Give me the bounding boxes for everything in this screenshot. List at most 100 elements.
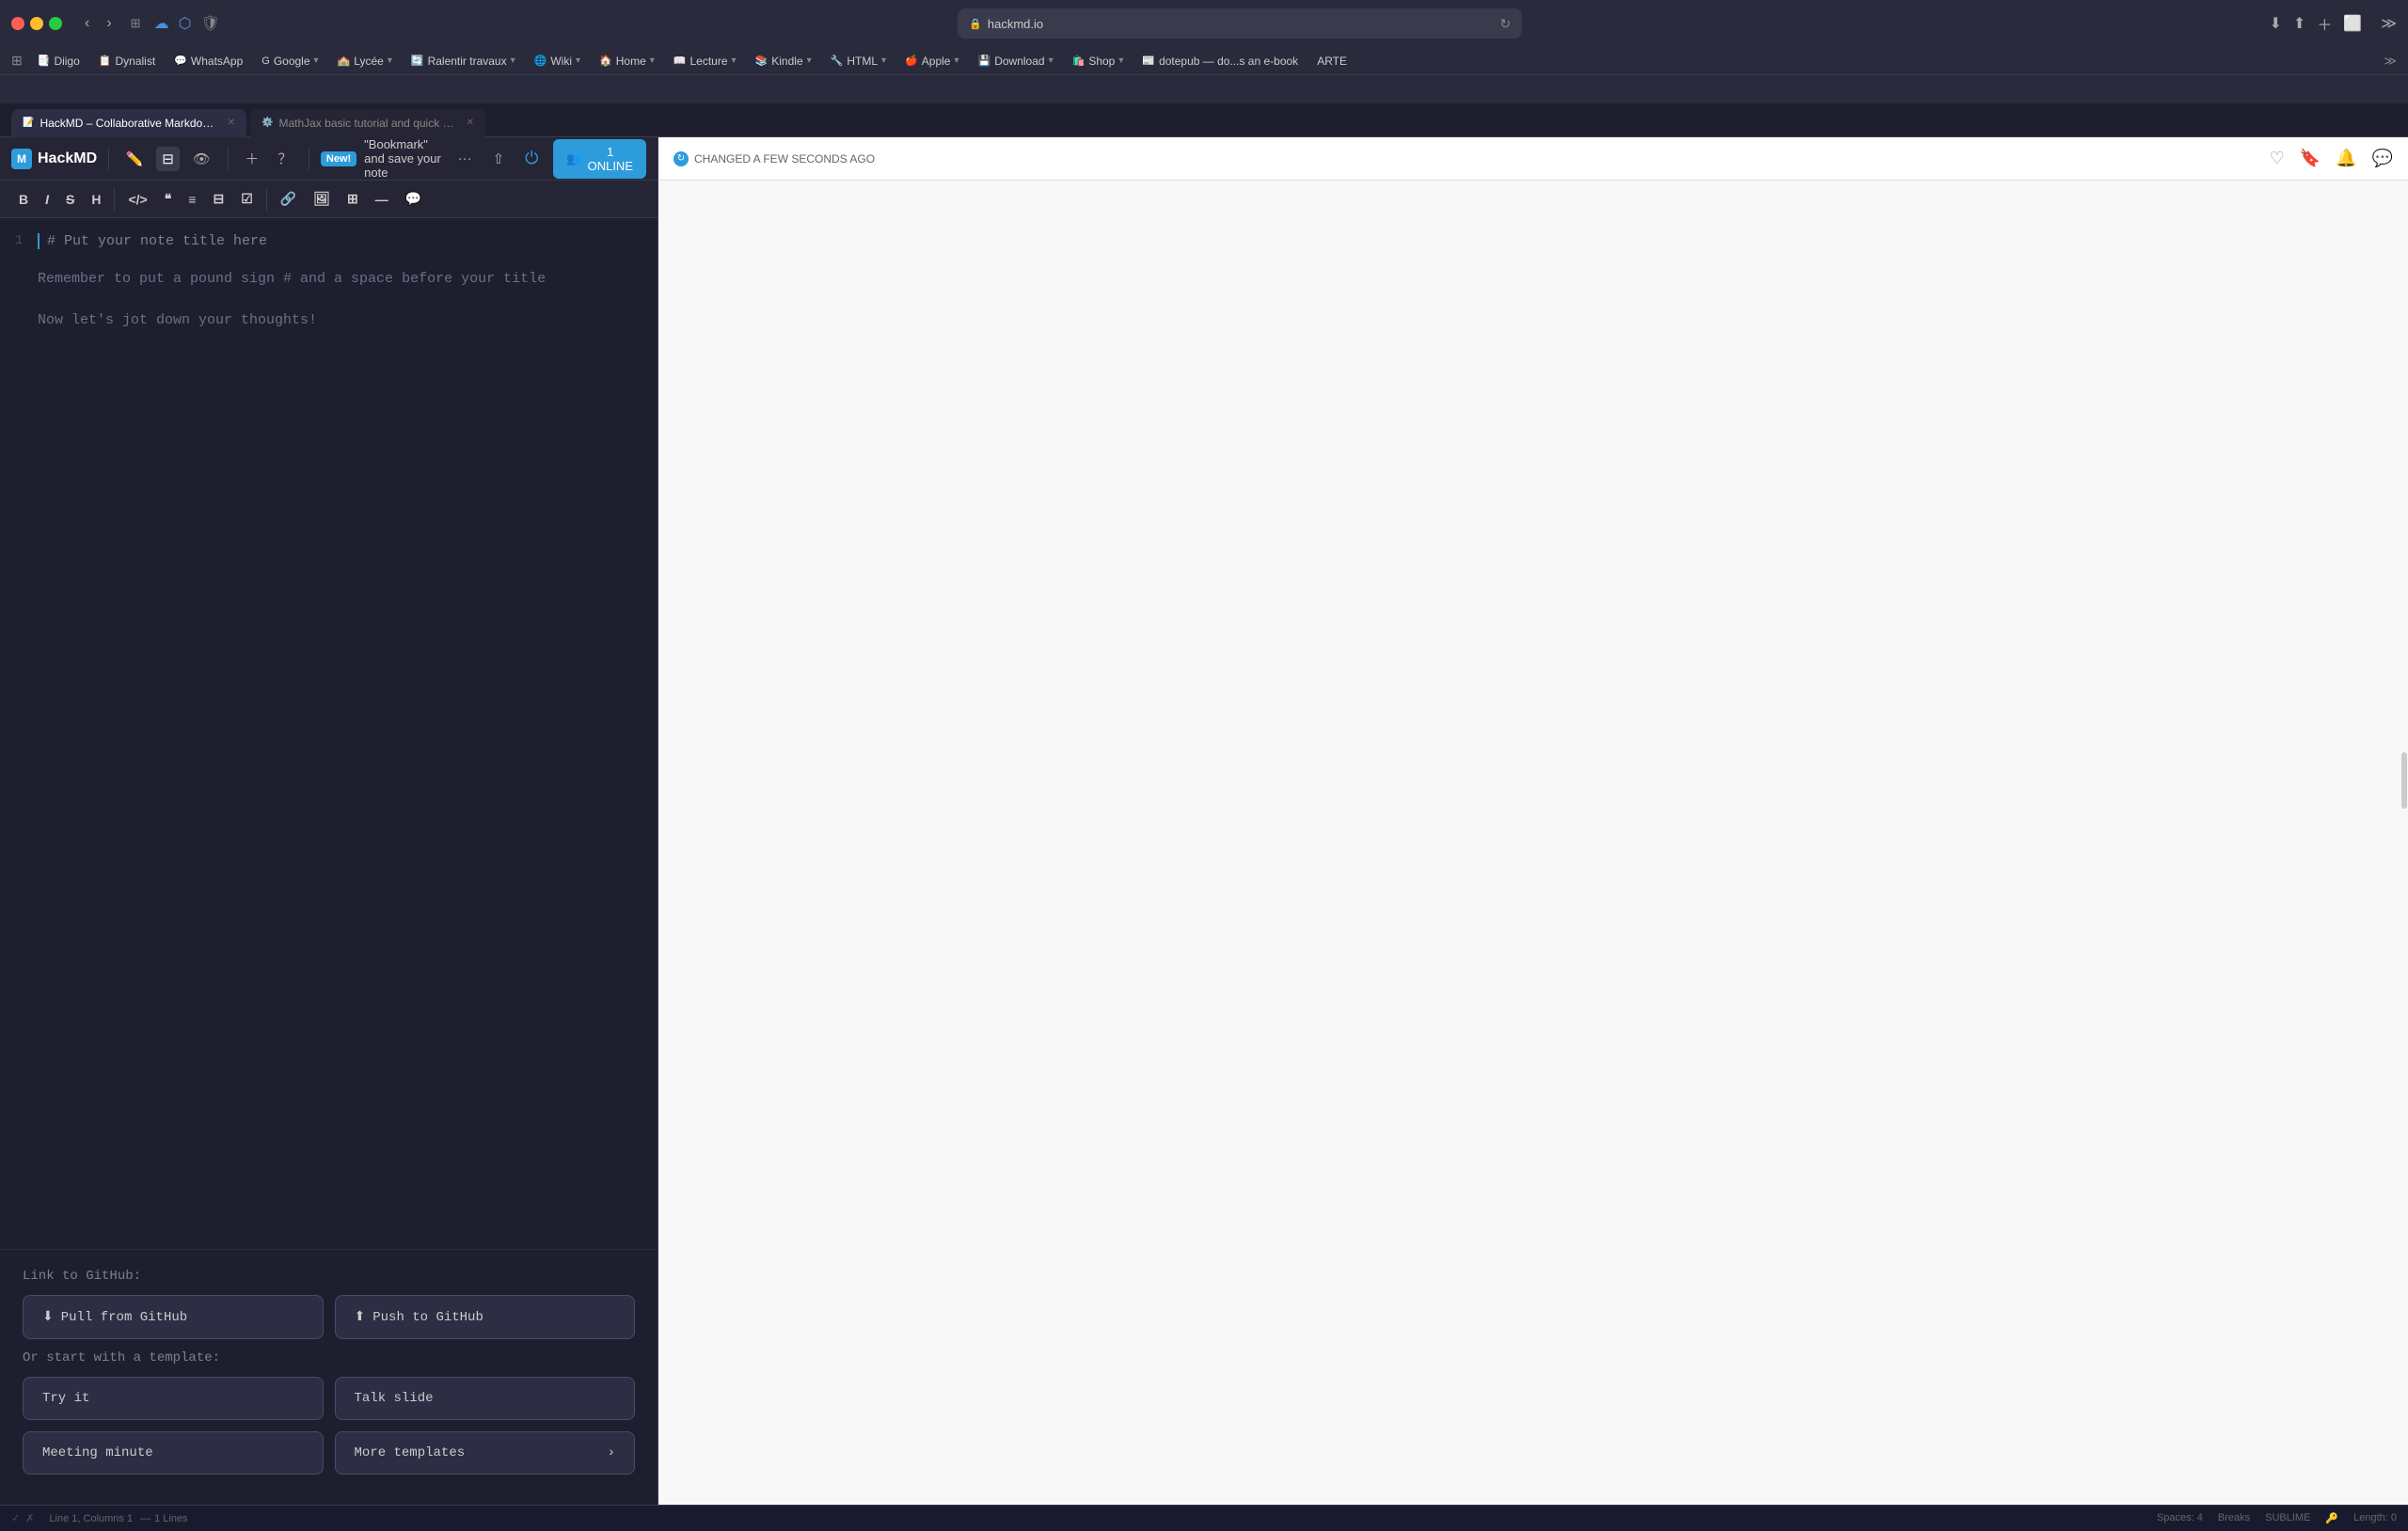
image-button[interactable]: 🖼 xyxy=(306,187,338,211)
status-breaks: Breaks xyxy=(2218,1512,2250,1524)
meeting-minute-button[interactable]: Meeting minute xyxy=(23,1431,324,1475)
push-icon: ⬆ xyxy=(355,1309,366,1325)
github-label: Link to GitHub: xyxy=(23,1269,635,1284)
editor-content[interactable]: 1 # Put your note title here Remember to… xyxy=(0,218,657,1249)
tab-mathjax-close[interactable]: ✕ xyxy=(467,118,474,128)
more-options-button[interactable]: ··· xyxy=(452,147,478,170)
bookmark-apple[interactable]: 🍎 Apple ▾ xyxy=(897,53,966,70)
reload-icon[interactable]: ↻ xyxy=(1499,16,1511,32)
maximize-button[interactable] xyxy=(49,17,62,30)
more-icon[interactable]: ≫ xyxy=(2381,14,2397,33)
tab-mathjax[interactable]: ⚙️ MathJax basic tutorial and quick refe… xyxy=(250,109,485,137)
sync-dot-icon: ↻ xyxy=(673,151,689,166)
talk-slide-button[interactable]: Talk slide xyxy=(335,1377,636,1420)
notification-icon[interactable]: 🔔 xyxy=(2336,149,2356,168)
download-chevron-icon: ▾ xyxy=(1049,55,1054,66)
bookmark-dynalist[interactable]: 📋 Dynalist xyxy=(91,53,163,70)
minimize-button[interactable] xyxy=(30,17,43,30)
template-buttons-row-1: Try it Talk slide xyxy=(23,1377,635,1420)
hr-button[interactable]: — xyxy=(368,188,396,211)
power-button[interactable]: ⏻ xyxy=(519,145,544,172)
bookmark-kindle[interactable]: 📚 Kindle ▾ xyxy=(748,53,819,70)
heading-button[interactable]: H xyxy=(84,188,108,211)
cube-icon: ⬡ xyxy=(179,14,192,33)
hackmd-logo: M HackMD xyxy=(11,149,97,169)
status-check-icons: ✓ ✗ xyxy=(11,1512,34,1524)
browser-actions: ⬇ ⬆ ＋ ⬜ ≫ xyxy=(2270,12,2398,35)
tab-bar: 📝 HackMD – Collaborative Markdown Knowle… xyxy=(0,103,2408,137)
bookmark-arte[interactable]: ARTE xyxy=(1309,53,1354,70)
quote-button[interactable]: ❝ xyxy=(157,187,180,211)
unordered-list-button[interactable]: ≡ xyxy=(181,188,203,211)
tab-hackmd[interactable]: 📝 HackMD – Collaborative Markdown Knowle… xyxy=(11,109,246,137)
like-icon[interactable]: ♡ xyxy=(2270,149,2285,168)
bookmark-google[interactable]: G Google ▾ xyxy=(254,53,325,70)
github-templates-section: Link to GitHub: ⬇ Pull from GitHub ⬆ Pus… xyxy=(0,1249,657,1505)
view-mode-button[interactable]: 👁 xyxy=(187,147,216,171)
format-toolbar: B I S H </> ❝ ≡ ⊟ ☑ 🔗 🖼 ⊞ — 💬 xyxy=(0,181,657,218)
checkbox-button[interactable]: ☑ xyxy=(233,187,261,211)
bookmark-wiki[interactable]: 🌐 Wiki ▾ xyxy=(527,53,588,70)
link-button[interactable]: 🔗 xyxy=(273,187,304,211)
bookmark-download[interactable]: 💾 Download ▾ xyxy=(971,53,1061,70)
bookmark-shop[interactable]: 🛍️ Shop ▾ xyxy=(1065,53,1132,70)
tab-hackmd-close[interactable]: ✕ xyxy=(228,118,235,128)
bookmark-dotepub[interactable]: 📰 dotepub — do...s an e-book xyxy=(1134,53,1306,70)
new-tab-icon[interactable]: ＋ xyxy=(2317,12,2332,35)
home-icon: 🏠 xyxy=(599,55,612,67)
x-icon: ✗ xyxy=(25,1512,34,1524)
bookmark-icon[interactable]: 🔖 xyxy=(2300,149,2321,168)
pull-icon: ⬇ xyxy=(42,1309,54,1325)
status-dash: — xyxy=(140,1513,150,1524)
bookmark-lecture[interactable]: 📖 Lecture ▾ xyxy=(666,53,744,70)
bookmark-home[interactable]: 🏠 Home ▾ xyxy=(592,53,662,70)
bookmark-diigo[interactable]: 📑 Diigo xyxy=(30,53,87,70)
chevron-right-icon: › xyxy=(608,1445,615,1460)
format-divider-1 xyxy=(114,188,115,211)
bookmark-message: "Bookmark" and save your note xyxy=(364,137,444,180)
bookmark-ralentir[interactable]: 🔄 Ralentir travaux ▾ xyxy=(404,53,523,70)
lecture-icon: 📖 xyxy=(673,55,687,67)
help-button[interactable]: ？ xyxy=(272,145,297,172)
bookmark-html[interactable]: 🔧 HTML ▾ xyxy=(823,53,894,70)
download-icon[interactable]: ⬇ xyxy=(2270,14,2282,33)
comment-button[interactable]: 💬 xyxy=(398,187,429,211)
more-templates-button[interactable]: More templates › xyxy=(335,1431,636,1475)
back-button[interactable]: ‹ xyxy=(79,13,95,34)
push-to-github-button[interactable]: ⬆ Push to GitHub xyxy=(335,1295,636,1339)
sync-status-text: CHANGED A FEW SECONDS AGO xyxy=(694,152,875,166)
templates-label: Or start with a template: xyxy=(23,1350,635,1365)
comment-panel-icon[interactable]: 💬 xyxy=(2372,149,2393,168)
online-users-button[interactable]: 👥 1 ONLINE xyxy=(553,139,646,179)
forward-button[interactable]: › xyxy=(101,13,117,34)
italic-button[interactable]: I xyxy=(38,188,56,211)
apps-icon[interactable]: ⊞ xyxy=(11,53,23,69)
try-it-button[interactable]: Try it xyxy=(23,1377,324,1420)
bookmark-whatsapp[interactable]: 💬 WhatsApp xyxy=(166,53,250,70)
ralentir-icon: 🔄 xyxy=(411,55,424,67)
bookmark-lycee[interactable]: 🏫 Lycée ▾ xyxy=(330,53,400,70)
sync-indicator: ↻ CHANGED A FEW SECONDS AGO xyxy=(673,151,875,166)
lycee-icon: 🏫 xyxy=(338,55,351,67)
ordered-list-button[interactable]: ⊟ xyxy=(205,187,231,211)
address-bar[interactable]: 🔒 hackmd.io ↻ xyxy=(958,8,1522,39)
share-button[interactable]: ⇧ xyxy=(487,147,511,171)
share-icon[interactable]: ⬆ xyxy=(2293,14,2305,33)
home-chevron-icon: ▾ xyxy=(650,55,655,66)
status-key-icon: 🔑 xyxy=(2325,1512,2338,1524)
edit-mode-button[interactable]: ✏️ xyxy=(120,147,150,171)
code-button[interactable]: </> xyxy=(120,188,154,211)
tabs-icon[interactable]: ⬜ xyxy=(2343,14,2362,33)
bookmarks-more-icon[interactable]: ≫ xyxy=(2384,54,2397,69)
pull-from-github-button[interactable]: ⬇ Pull from GitHub xyxy=(23,1295,324,1339)
add-note-button[interactable]: ＋ xyxy=(239,145,264,172)
browser-chrome: ‹ › ⊞ ☁ ⬡ 🛡 🔒 hackmd.io ↻ ⬇ ⬆ ＋ ⬜ ≫ xyxy=(0,0,2408,137)
table-button[interactable]: ⊞ xyxy=(340,187,366,211)
close-button[interactable] xyxy=(11,17,24,30)
bold-button[interactable]: B xyxy=(11,188,36,211)
editor-body-line1: Remember to put a pound sign # and a spa… xyxy=(38,268,642,291)
scroll-thumb[interactable] xyxy=(2401,752,2407,809)
editor-text-area[interactable]: # Put your note title here Remember to p… xyxy=(38,233,642,332)
split-mode-button[interactable]: ⊟ xyxy=(156,147,180,171)
strikethrough-button[interactable]: S xyxy=(58,188,82,211)
